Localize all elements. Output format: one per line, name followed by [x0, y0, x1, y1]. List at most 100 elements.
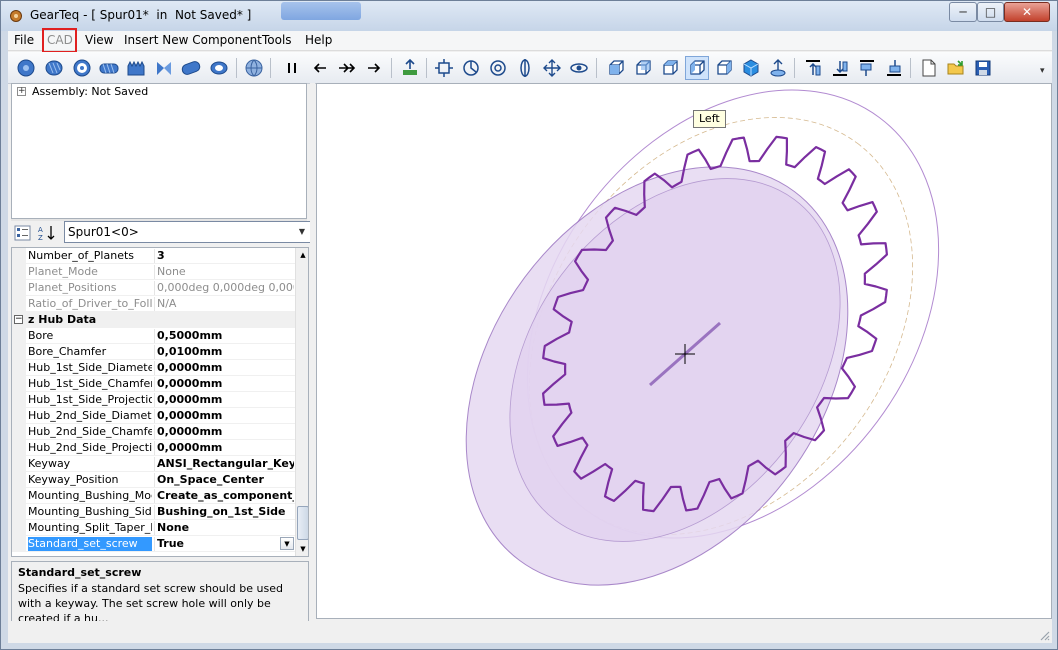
- property-name[interactable]: Mounting_Bushing_Mode: [28, 489, 152, 503]
- property-name[interactable]: Hub_1st_Side_Chamfer: [28, 377, 152, 391]
- property-row[interactable]: Bore 0,5000mm: [12, 328, 295, 344]
- bearing-icon[interactable]: [207, 56, 231, 80]
- property-name[interactable]: Mounting_Bushing_Side: [28, 505, 152, 519]
- property-row[interactable]: Hub_1st_Side_Chamfer 0,0000mm: [12, 376, 295, 392]
- property-value[interactable]: On_Space_Center: [154, 473, 294, 487]
- property-row[interactable]: Planet_Positions0,000deg 0,000deg 0,000d…: [12, 280, 295, 296]
- property-name[interactable]: Keyway: [28, 457, 152, 471]
- property-name[interactable]: Keyway_Position: [28, 473, 152, 487]
- property-name[interactable]: Bore_Chamfer: [28, 345, 152, 359]
- align-left-icon[interactable]: [855, 56, 879, 80]
- resize-grip-icon[interactable]: [1038, 629, 1050, 641]
- step-forward-icon[interactable]: [362, 56, 386, 80]
- chevron-down-icon[interactable]: ▼: [294, 222, 310, 242]
- view-bottom-icon[interactable]: [766, 56, 790, 80]
- view-top-icon[interactable]: [658, 56, 682, 80]
- open-folder-icon[interactable]: [944, 56, 968, 80]
- property-row[interactable]: Standard_set_screw True ▼: [12, 536, 295, 552]
- property-row[interactable]: KeywayANSI_Rectangular_Keyway: [12, 456, 295, 472]
- property-value[interactable]: 0,0000mm: [154, 409, 294, 423]
- menu-file[interactable]: File: [11, 33, 37, 47]
- property-row[interactable]: Planet_Mode None: [12, 264, 295, 280]
- property-row[interactable]: Hub_2nd_Side_Projection0,0000mm: [12, 440, 295, 456]
- shaft-icon[interactable]: [179, 56, 203, 80]
- menu-insert-new-component[interactable]: Insert New Component: [121, 33, 265, 47]
- property-row[interactable]: Hub_1st_Side_Diameter 0,0000mm: [12, 360, 295, 376]
- scroll-thumb[interactable]: [297, 506, 308, 540]
- property-value[interactable]: 0,0000mm: [154, 377, 294, 391]
- export-icon[interactable]: [398, 56, 422, 80]
- property-value[interactable]: 0,5000mm: [154, 329, 294, 343]
- maximize-button[interactable]: □: [977, 2, 1004, 22]
- rack-icon[interactable]: [124, 56, 148, 80]
- zoom-extents-icon[interactable]: [432, 56, 456, 80]
- worm-icon[interactable]: [97, 56, 121, 80]
- internal-gear-icon[interactable]: [70, 56, 94, 80]
- gear-model[interactable]: [317, 84, 1052, 619]
- property-name[interactable]: Hub_2nd_Side_Chamfer: [28, 425, 152, 439]
- object-selector[interactable]: Spur01<0> ▼: [64, 221, 311, 243]
- scroll-down-icon[interactable]: ▼: [296, 542, 308, 556]
- property-value[interactable]: 0,0000mm: [154, 361, 294, 375]
- property-name[interactable]: Mounting_Split_Taper_Bushing: [28, 521, 152, 535]
- dropdown-arrow-icon[interactable]: ▼: [280, 537, 294, 550]
- property-value[interactable]: ANSI_Rectangular_Keyway: [154, 457, 294, 471]
- rotate-icon[interactable]: [459, 56, 483, 80]
- pause-icon[interactable]: [280, 56, 304, 80]
- property-scrollbar[interactable]: ▲ ▼: [295, 248, 308, 556]
- view-left-icon[interactable]: [685, 56, 709, 80]
- step-back-icon[interactable]: [308, 56, 332, 80]
- property-name[interactable]: Hub_2nd_Side_Diameter: [28, 409, 152, 423]
- property-value[interactable]: 0,0000mm: [154, 441, 294, 455]
- property-value[interactable]: 0,0000mm: [154, 425, 294, 439]
- align-bottom-icon[interactable]: [828, 56, 852, 80]
- property-value[interactable]: None: [154, 521, 294, 535]
- property-row[interactable]: Bore_Chamfer 0,0100mm: [12, 344, 295, 360]
- bevel-gear-icon[interactable]: [152, 56, 176, 80]
- 3d-viewport[interactable]: Left: [316, 83, 1052, 619]
- vertical-splitter[interactable]: [310, 83, 315, 643]
- property-row[interactable]: Hub_1st_Side_Projection 0,0000mm: [12, 392, 295, 408]
- property-name[interactable]: Planet_Positions: [28, 281, 152, 295]
- new-file-icon[interactable]: [917, 56, 941, 80]
- title-bar[interactable]: GearTeq - [ Spur01* in Not Saved* ] ─ □ …: [1, 1, 1057, 31]
- align-right-icon[interactable]: [882, 56, 906, 80]
- globe-icon[interactable]: [242, 56, 266, 80]
- view-right-icon[interactable]: [712, 56, 736, 80]
- property-name[interactable]: Hub_1st_Side_Diameter: [28, 361, 152, 375]
- property-value[interactable]: 0,0100mm: [154, 345, 294, 359]
- property-name[interactable]: z Hub Data: [28, 313, 152, 327]
- property-name[interactable]: Bore: [28, 329, 152, 343]
- assembly-tree[interactable]: + Assembly: Not Saved: [11, 83, 307, 219]
- property-value[interactable]: True: [154, 537, 294, 551]
- property-value[interactable]: Bushing_on_1st_Side: [154, 505, 294, 519]
- property-row[interactable]: Mounting_Split_Taper_BushingNone: [12, 520, 295, 536]
- property-row[interactable]: Hub_2nd_Side_Diameter 0,0000mm: [12, 408, 295, 424]
- property-name[interactable]: Hub_1st_Side_Projection: [28, 393, 152, 407]
- toolbar-overflow[interactable]: ▾: [1040, 66, 1045, 76]
- property-name[interactable]: Planet_Mode: [28, 265, 152, 279]
- save-icon[interactable]: [971, 56, 995, 80]
- scroll-up-icon[interactable]: ▲: [296, 248, 308, 262]
- property-value[interactable]: 0,0000mm: [154, 393, 294, 407]
- menu-tools[interactable]: Tools: [259, 33, 295, 47]
- view-back-icon[interactable]: [631, 56, 655, 80]
- property-value[interactable]: Create_as_component_for: [154, 489, 294, 503]
- zoom-icon[interactable]: [486, 56, 510, 80]
- view-iso-icon[interactable]: [739, 56, 763, 80]
- property-row[interactable]: Mounting_Bushing_Side Bushing_on_1st_Side: [12, 504, 295, 520]
- property-row[interactable]: Keyway_Position On_Space_Center: [12, 472, 295, 488]
- collapse-icon[interactable]: −: [14, 315, 23, 324]
- align-top-icon[interactable]: [801, 56, 825, 80]
- property-row[interactable]: Ratio_of_Driver_to_FollowerN/A: [12, 296, 295, 312]
- rotate-y-icon[interactable]: [513, 56, 537, 80]
- helical-gear-icon[interactable]: [42, 56, 66, 80]
- alphabetical-sort-icon[interactable]: A Z: [37, 224, 57, 242]
- tree-expand-toggle[interactable]: +: [17, 87, 26, 96]
- pan-icon[interactable]: [540, 56, 564, 80]
- property-row[interactable]: Mounting_Bushing_Mode Create_as_component…: [12, 488, 295, 504]
- property-row[interactable]: Hub_2nd_Side_Chamfer 0,0000mm: [12, 424, 295, 440]
- property-category[interactable]: − z Hub Data: [12, 312, 295, 328]
- tree-root-label[interactable]: Assembly: Not Saved: [32, 85, 148, 98]
- close-button[interactable]: ✕: [1004, 2, 1050, 22]
